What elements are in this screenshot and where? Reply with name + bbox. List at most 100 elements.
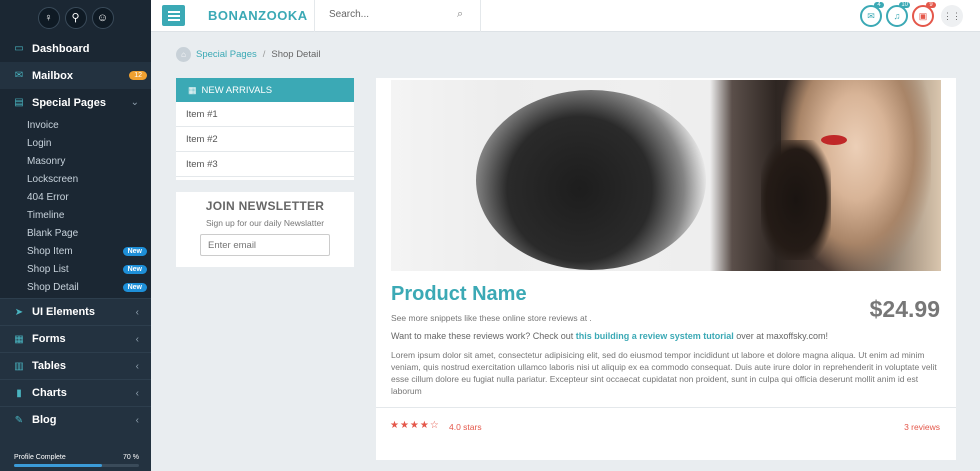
submenu-label: 404 Error xyxy=(27,191,69,203)
chevron-left-icon: ‹ xyxy=(135,414,139,426)
submenu-label: Masonry xyxy=(27,155,66,167)
submenu-label: Timeline xyxy=(27,209,65,221)
submenu-label: Shop Item xyxy=(27,245,73,257)
menu-toggle-button[interactable] xyxy=(162,5,185,26)
breadcrumb-separator: / xyxy=(262,49,266,60)
sidebar-item-dashboard[interactable]: ▭ Dashboard xyxy=(0,35,151,62)
submenu-item-shop-item[interactable]: Shop Item New xyxy=(0,242,151,260)
submenu-item-404-error[interactable]: 404 Error xyxy=(0,188,151,206)
submenu-label: Shop List xyxy=(27,263,69,275)
breadcrumb-current: Shop Detail xyxy=(271,49,321,60)
profile-complete-row: Profile Complete 70 % xyxy=(14,454,139,461)
header-divider xyxy=(314,0,315,32)
mailbox-count-badge: 12 xyxy=(129,71,147,80)
breadcrumb: ⌂ Special Pages / Shop Detail xyxy=(176,47,321,62)
smile-icon[interactable]: ☺ xyxy=(91,6,114,29)
review-suffix: over at maxoffsky.com! xyxy=(733,331,828,341)
chevron-left-icon: ‹ xyxy=(135,306,139,318)
profile-progress-bar xyxy=(14,464,139,467)
sidebar-item-tables[interactable]: ▥ Tables ‹ xyxy=(0,352,151,379)
search-input[interactable]: Search... xyxy=(329,9,369,20)
sidebar-item-label: Dashboard xyxy=(32,42,90,55)
card-divider xyxy=(376,407,956,408)
email-field[interactable] xyxy=(200,234,330,256)
chevron-left-icon: ‹ xyxy=(135,360,139,372)
list-item[interactable]: Item #1 xyxy=(176,102,354,127)
new-arrivals-title: NEW ARRIVALS xyxy=(201,84,273,96)
sidebar-item-ui-elements[interactable]: ➤ UI Elements ‹ xyxy=(0,298,151,325)
sidebar-item-label: UI Elements xyxy=(32,306,95,318)
submenu-item-shop-detail[interactable]: Shop Detail New xyxy=(0,278,151,296)
newsletter-title: JOIN NEWSLETTER xyxy=(205,199,325,213)
task-icon[interactable]: ▣ 9 xyxy=(912,2,936,27)
monitor-icon: ▭ xyxy=(14,43,24,54)
sidebar-item-forms[interactable]: ▦ Forms ‹ xyxy=(0,325,151,352)
search-icon[interactable]: ⌕ xyxy=(457,8,463,21)
submenu-item-blank-page[interactable]: Blank Page xyxy=(0,224,151,242)
product-card: Product Name $24.99 See more snippets li… xyxy=(376,78,956,460)
sidebar: ♀ ⚲ ☺ ▭ Dashboard ✉ Mailbox 12 ▤ Special… xyxy=(0,0,151,471)
new-arrivals-header: ▦ NEW ARRIVALS xyxy=(176,78,354,102)
product-price: $24.99 xyxy=(869,296,940,322)
submenu-item-masonry[interactable]: Masonry xyxy=(0,152,151,170)
form-icon: ▦ xyxy=(14,333,24,345)
mail-icon: ✉ xyxy=(14,70,24,81)
notification-count: 9 xyxy=(926,2,936,8)
home-icon[interactable]: ⌂ xyxy=(176,47,191,62)
chevron-left-icon: ‹ xyxy=(135,333,139,345)
rating-text: 4.0 stars xyxy=(449,422,482,432)
submenu-item-lockscreen[interactable]: Lockscreen xyxy=(0,170,151,188)
brand-logo[interactable]: BONANZOOKA xyxy=(208,8,308,23)
sidebar-item-special-pages[interactable]: ▤ Special Pages ⌄ xyxy=(0,89,151,116)
chevron-down-icon: ⌄ xyxy=(130,97,139,108)
calendar-icon: ▦ xyxy=(188,84,197,95)
submenu-item-invoice[interactable]: Invoice xyxy=(0,116,151,134)
breadcrumb-parent[interactable]: Special Pages xyxy=(196,49,257,60)
list-item[interactable]: Item #3 xyxy=(176,152,354,177)
review-prefix: Want to make these reviews work? Check o… xyxy=(391,331,576,341)
submenu-item-shop-list[interactable]: Shop List New xyxy=(0,260,151,278)
submenu-label: Shop Detail xyxy=(27,281,79,293)
bell-icon[interactable]: ♫ 10 xyxy=(886,2,910,27)
reviews-link[interactable]: 3 reviews xyxy=(904,422,940,432)
header-divider xyxy=(480,0,481,32)
submenu-item-timeline[interactable]: Timeline xyxy=(0,206,151,224)
user-icon[interactable]: ♀ xyxy=(37,6,60,29)
pages-icon: ▤ xyxy=(14,97,24,108)
grid-menu-icon[interactable]: ⋮⋮ xyxy=(941,5,963,27)
profile-complete-value: 70 % xyxy=(123,454,139,461)
special-pages-submenu: Invoice Login Masonry Lockscreen 404 Err… xyxy=(0,116,151,298)
sidebar-item-label: Blog xyxy=(32,414,57,426)
profile-progress-fill xyxy=(14,464,102,467)
blog-icon: ✎ xyxy=(14,414,24,426)
submenu-item-login[interactable]: Login xyxy=(0,134,151,152)
product-name: Product Name xyxy=(391,283,527,305)
new-badge: New xyxy=(122,282,147,292)
link-icon[interactable]: ⚲ xyxy=(64,6,87,29)
sidebar-user-actions: ♀ ⚲ ☺ xyxy=(0,0,151,35)
sidebar-item-label: Charts xyxy=(32,387,67,399)
sidebar-item-label: Forms xyxy=(32,333,66,345)
newsletter-subtitle: Sign up for our daily Newslatter xyxy=(205,218,325,228)
profile-complete-label: Profile Complete xyxy=(14,454,66,461)
list-item[interactable]: Item #2 xyxy=(176,127,354,152)
newsletter-panel: JOIN NEWSLETTER Sign up for our daily Ne… xyxy=(176,192,354,267)
sidebar-item-mailbox[interactable]: ✉ Mailbox 12 xyxy=(0,62,151,89)
submenu-label: Invoice xyxy=(27,119,59,131)
new-badge: New xyxy=(122,246,147,256)
sidebar-item-label: Mailbox xyxy=(32,69,73,82)
review-info-text: Want to make these reviews work? Check o… xyxy=(391,331,828,341)
sidebar-item-label: Tables xyxy=(32,360,67,372)
sidebar-item-charts[interactable]: ▮ Charts ‹ xyxy=(0,379,151,406)
new-arrivals-panel: ▦ NEW ARRIVALS Item #1 Item #2 Item #3 xyxy=(176,78,354,180)
submenu-label: Lockscreen xyxy=(27,173,79,185)
sidebar-item-label: Special Pages xyxy=(32,96,106,109)
sidebar-item-blog[interactable]: ✎ Blog ‹ xyxy=(0,406,151,433)
envelope-icon[interactable]: ✉ 4 xyxy=(860,2,884,27)
chart-icon: ▮ xyxy=(16,387,22,399)
review-tutorial-link[interactable]: this building a review system tutorial xyxy=(576,331,734,341)
notification-count: 4 xyxy=(874,2,884,8)
star-rating: ★★★★☆ xyxy=(390,420,440,431)
product-snippet: See more snippets like these online stor… xyxy=(391,313,592,323)
submenu-label: Blank Page xyxy=(27,227,79,239)
